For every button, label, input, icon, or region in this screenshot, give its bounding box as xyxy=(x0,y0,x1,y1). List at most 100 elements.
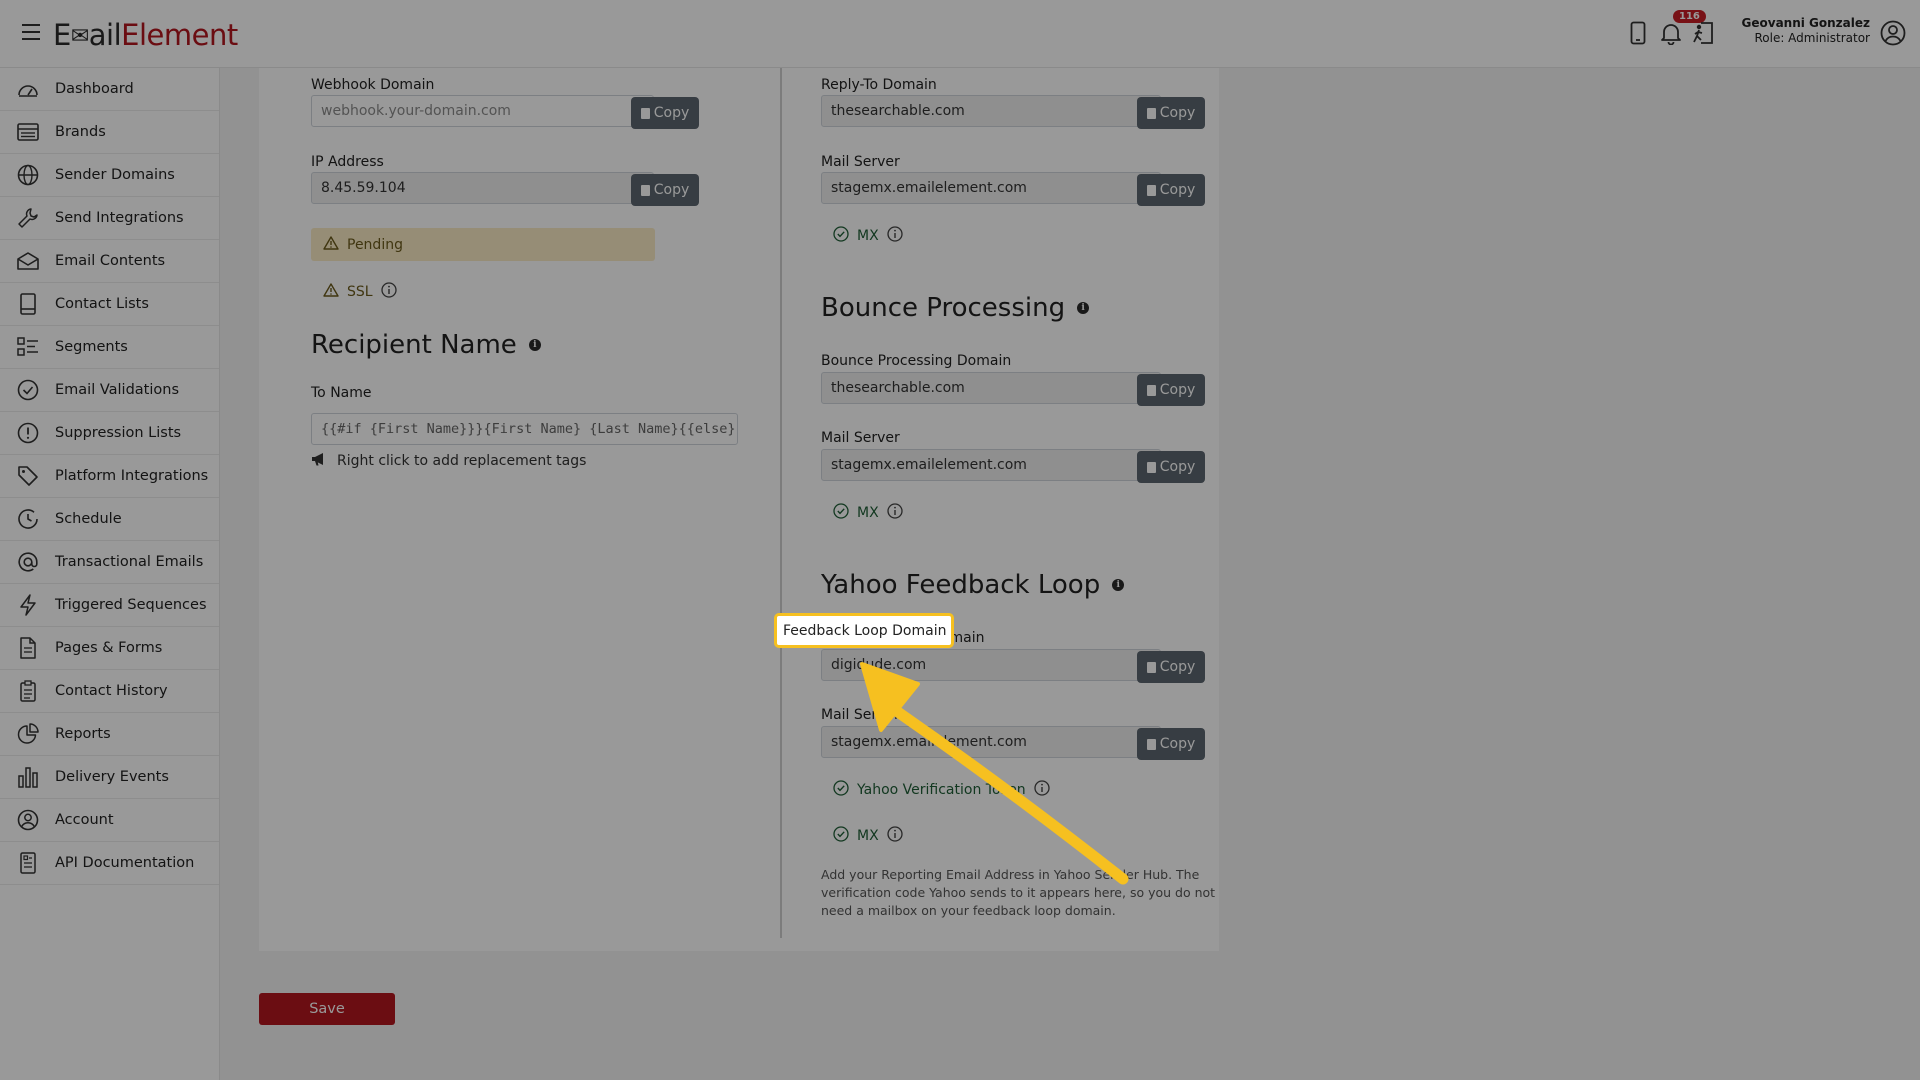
bounce-processing-heading: Bounce Processing i xyxy=(821,293,1090,323)
user-info[interactable]: Geovanni Gonzalez Role: Administrator xyxy=(1700,16,1870,46)
copy-feedback-domain-button[interactable]: Copy xyxy=(1137,651,1205,683)
sidebar-item-reports[interactable]: Reports xyxy=(0,713,219,756)
sidebar-item-email-validations[interactable]: Email Validations xyxy=(0,369,219,412)
warning-icon xyxy=(323,283,339,301)
reply-mail-server-field[interactable]: stagemx.emailelement.com xyxy=(821,172,1161,204)
info-dot-icon[interactable]: i xyxy=(1112,579,1125,591)
ip-address-label: IP Address xyxy=(311,154,384,170)
sidebar-item-send-integrations[interactable]: Send Integrations xyxy=(0,197,219,240)
copy-yahoo-mail-server-button[interactable]: Copy xyxy=(1137,728,1205,760)
yahoo-help-note: Add your Reporting Email Address in Yaho… xyxy=(821,867,1216,918)
info-icon[interactable] xyxy=(887,503,903,523)
sidebar-item-label: Suppression Lists xyxy=(55,425,182,441)
copy-ip-button[interactable]: Copy xyxy=(631,174,699,206)
clock-icon xyxy=(16,507,40,531)
save-button[interactable]: Save xyxy=(259,993,395,1025)
sidebar: Dashboard Brands Sender Domains Send Int… xyxy=(0,68,220,1080)
column-divider xyxy=(780,68,782,938)
sidebar-item-triggered-sequences[interactable]: Triggered Sequences xyxy=(0,584,219,627)
file-icon xyxy=(16,636,40,660)
sidebar-item-label: Email Contents xyxy=(55,253,166,269)
app-logo[interactable]: E✉ailElement xyxy=(53,18,238,52)
check-circle-icon xyxy=(833,503,849,523)
sidebar-item-api-documentation[interactable]: API Documentation xyxy=(0,842,219,885)
sidebar-item-brands[interactable]: Brands xyxy=(0,111,219,154)
sidebar-item-segments[interactable]: Segments xyxy=(0,326,219,369)
dashboard-icon xyxy=(16,77,40,101)
copy-reply-mail-server-button[interactable]: Copy xyxy=(1137,174,1205,206)
mobile-phone-icon[interactable] xyxy=(1625,18,1651,48)
tag-icon xyxy=(16,464,40,488)
sidebar-item-label: Delivery Events xyxy=(55,769,169,785)
bounce-mail-server-label: Mail Server xyxy=(821,430,900,446)
reply-to-domain-field[interactable]: thesearchable.com xyxy=(821,95,1161,127)
reply-mx-status: MX xyxy=(833,226,903,246)
to-name-label: To Name xyxy=(311,385,372,401)
clipboard-icon xyxy=(640,184,650,196)
info-icon[interactable] xyxy=(380,282,397,302)
info-dot-icon[interactable]: i xyxy=(528,339,541,351)
bounce-domain-field[interactable]: thesearchable.com xyxy=(821,372,1161,404)
sidebar-item-contact-history[interactable]: Contact History xyxy=(0,670,219,713)
sidebar-item-account[interactable]: Account xyxy=(0,799,219,842)
sidebar-item-label: Schedule xyxy=(55,511,122,527)
sidebar-item-label: Triggered Sequences xyxy=(55,597,207,613)
user-name: Geovanni Gonzalez xyxy=(1741,16,1870,30)
sidebar-item-platform-integrations[interactable]: Platform Integrations xyxy=(0,455,219,498)
main-content: Webhook Domain webhook.your-domain.com C… xyxy=(220,68,1920,1080)
sidebar-item-delivery-events[interactable]: Delivery Events xyxy=(0,756,219,799)
warning-icon xyxy=(323,235,339,254)
at-icon xyxy=(16,550,40,574)
info-icon[interactable] xyxy=(887,826,903,846)
sidebar-item-label: Brands xyxy=(55,124,106,140)
info-dot-icon[interactable]: i xyxy=(1077,302,1090,314)
info-icon[interactable] xyxy=(887,226,903,246)
sidebar-item-label: Platform Integrations xyxy=(55,468,209,484)
sidebar-item-sender-domains[interactable]: Sender Domains xyxy=(0,154,219,197)
bounce-domain-label: Bounce Processing Domain xyxy=(821,353,1012,369)
user-avatar-icon[interactable] xyxy=(1880,20,1906,46)
sidebar-item-schedule[interactable]: Schedule xyxy=(0,498,219,541)
bar-chart-icon xyxy=(16,765,40,789)
clipboard-icon xyxy=(1146,661,1156,673)
check-circle-icon xyxy=(833,826,849,846)
clipboard-icon xyxy=(1146,107,1156,119)
copy-bounce-mail-server-button[interactable]: Copy xyxy=(1137,451,1205,483)
user-role: Role: Administrator xyxy=(1754,31,1870,45)
hamburger-menu-icon[interactable] xyxy=(22,24,40,40)
globe-icon xyxy=(16,163,40,187)
to-name-field[interactable]: {{#if {First Name}}}{First Name} {Last N… xyxy=(311,413,738,445)
bounce-mail-server-field[interactable]: stagemx.emailelement.com xyxy=(821,449,1161,481)
sidebar-item-pages-forms[interactable]: Pages & Forms xyxy=(0,627,219,670)
sidebar-item-label: API Documentation xyxy=(55,855,195,871)
feedback-loop-domain-field[interactable]: digidude.com xyxy=(821,649,1161,681)
user-circle-icon xyxy=(16,808,40,832)
sidebar-item-email-contents[interactable]: Email Contents xyxy=(0,240,219,283)
check-circle-icon xyxy=(833,226,849,246)
wrench-icon xyxy=(16,206,40,230)
megaphone-icon xyxy=(311,452,327,470)
check-circle-icon xyxy=(16,378,40,402)
sidebar-item-transactional-emails[interactable]: Transactional Emails xyxy=(0,541,219,584)
webhook-domain-field[interactable]: webhook.your-domain.com xyxy=(311,95,654,127)
sidebar-item-label: Pages & Forms xyxy=(55,640,163,656)
yahoo-mail-server-label: Mail Server xyxy=(821,707,900,723)
reply-to-domain-label: Reply-To Domain xyxy=(821,77,937,93)
copy-webhook-button[interactable]: Copy xyxy=(631,97,699,129)
clipboard-icon xyxy=(16,679,40,703)
sidebar-item-label: Transactional Emails xyxy=(55,554,204,570)
sidebar-item-suppression-lists[interactable]: Suppression Lists xyxy=(0,412,219,455)
sidebar-item-label: Reports xyxy=(55,726,111,742)
ip-address-field[interactable]: 8.45.59.104 xyxy=(311,172,654,204)
copy-reply-to-button[interactable]: Copy xyxy=(1137,97,1205,129)
book-icon xyxy=(16,292,40,316)
lightning-icon xyxy=(16,593,40,617)
sidebar-item-dashboard[interactable]: Dashboard xyxy=(0,68,219,111)
sidebar-item-contact-lists[interactable]: Contact Lists xyxy=(0,283,219,326)
sidebar-item-label: Sender Domains xyxy=(55,167,175,183)
yahoo-mail-server-field[interactable]: stagemx.emailelement.com xyxy=(821,726,1161,758)
clipboard-icon xyxy=(1146,384,1156,396)
sidebar-item-label: Segments xyxy=(55,339,128,355)
copy-bounce-domain-button[interactable]: Copy xyxy=(1137,374,1205,406)
info-icon[interactable] xyxy=(1033,780,1050,800)
